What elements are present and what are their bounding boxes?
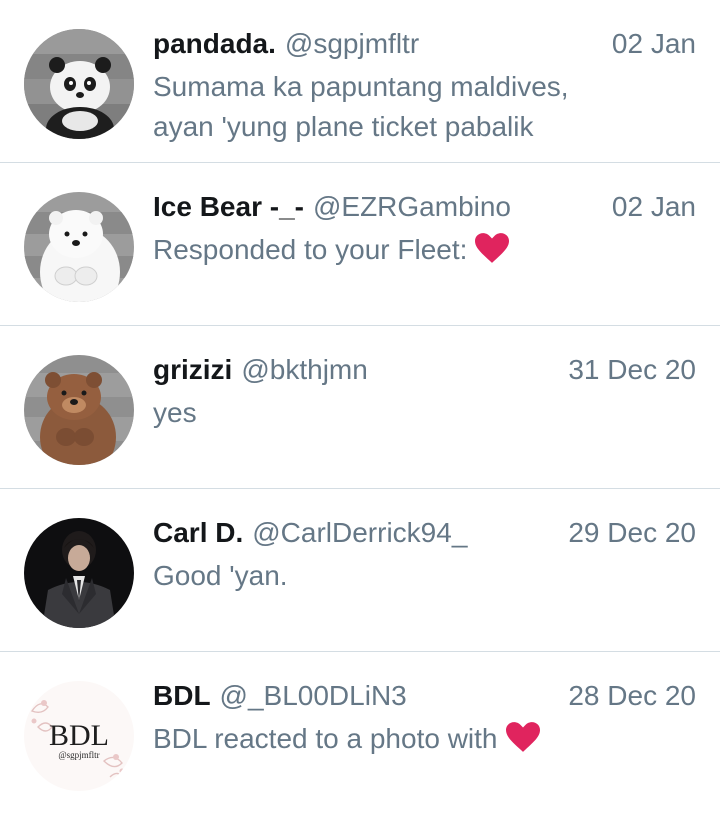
conversation-content: BDL @_BL00DLiN3 28 Dec 20 BDL reacted to…	[153, 679, 696, 759]
conversation-item[interactable]: Ice Bear -_- @EZRGambino 02 Jan Responde…	[0, 163, 720, 326]
user-handle: @_BL00DLiN3	[219, 680, 407, 711]
message-text: Responded to your Fleet:	[153, 234, 468, 265]
conversation-item[interactable]: BDL @sgpjmfltr BDL @_BL00DLiN3 28 Dec 20…	[0, 652, 720, 815]
conversation-content: pandada. @sgpjmfltr 02 Jan Sumama ka pap…	[153, 27, 696, 147]
conversation-header: pandada. @sgpjmfltr 02 Jan	[153, 27, 696, 61]
ice-bear-avatar[interactable]	[24, 192, 134, 302]
user-handle: @CarlDerrick94_	[252, 517, 468, 548]
message-preview: yes	[153, 393, 613, 433]
message-preview: Responded to your Fleet:	[153, 230, 613, 270]
conversation-item[interactable]: pandada. @sgpjmfltr 02 Jan Sumama ka pap…	[0, 0, 720, 163]
heart-icon	[475, 233, 510, 263]
message-date: 29 Dec 20	[568, 517, 696, 548]
message-text: BDL reacted to a photo with	[153, 723, 498, 754]
grizzly-bear-avatar[interactable]	[24, 355, 134, 465]
user-handle: @EZRGambino	[312, 191, 512, 222]
heart-icon	[505, 722, 540, 752]
conversation-header: grizizi @bkthjmn 31 Dec 20	[153, 353, 696, 387]
conversation-item[interactable]: grizizi @bkthjmn 31 Dec 20 yes	[0, 326, 720, 489]
display-name: grizizi	[153, 354, 233, 385]
message-date: 02 Jan	[611, 191, 696, 222]
message-preview: BDL reacted to a photo with	[153, 719, 613, 759]
user-handle: @bkthjmn	[241, 354, 368, 385]
display-name: BDL	[153, 680, 211, 711]
message-preview: Good 'yan.	[153, 556, 613, 596]
conversation-item[interactable]: Carl D. @CarlDerrick94_ 29 Dec 20 Good '…	[0, 489, 720, 652]
conversation-header: Ice Bear -_- @EZRGambino 02 Jan	[153, 190, 696, 224]
conversation-header: Carl D. @CarlDerrick94_ 29 Dec 20	[153, 516, 696, 550]
display-name: pandada.	[153, 28, 276, 59]
message-text: Sumama ka papuntang maldives, ayan 'yung…	[153, 71, 569, 142]
bdl-logo-avatar[interactable]: BDL @sgpjmfltr	[24, 681, 134, 791]
message-list: pandada. @sgpjmfltr 02 Jan Sumama ka pap…	[0, 0, 720, 815]
user-handle: @sgpjmfltr	[284, 28, 420, 59]
conversation-content: grizizi @bkthjmn 31 Dec 20 yes	[153, 353, 696, 433]
bdl-logo-subtext: @sgpjmfltr	[58, 750, 99, 760]
message-date: 31 Dec 20	[568, 354, 696, 385]
conversation-content: Ice Bear -_- @EZRGambino 02 Jan Responde…	[153, 190, 696, 270]
person-in-suit-avatar[interactable]	[24, 518, 134, 628]
panda-avatar[interactable]	[24, 29, 134, 139]
conversation-content: Carl D. @CarlDerrick94_ 29 Dec 20 Good '…	[153, 516, 696, 596]
conversation-header: BDL @_BL00DLiN3 28 Dec 20	[153, 679, 696, 713]
message-date: 02 Jan	[611, 28, 696, 59]
message-text: Good 'yan.	[153, 560, 288, 591]
bdl-logo-text: BDL	[49, 719, 109, 752]
message-date: 28 Dec 20	[568, 680, 696, 711]
message-text: yes	[153, 397, 197, 428]
message-preview: Sumama ka papuntang maldives, ayan 'yung…	[153, 67, 613, 147]
display-name: Carl D.	[153, 517, 244, 548]
display-name: Ice Bear -_-	[153, 191, 304, 222]
